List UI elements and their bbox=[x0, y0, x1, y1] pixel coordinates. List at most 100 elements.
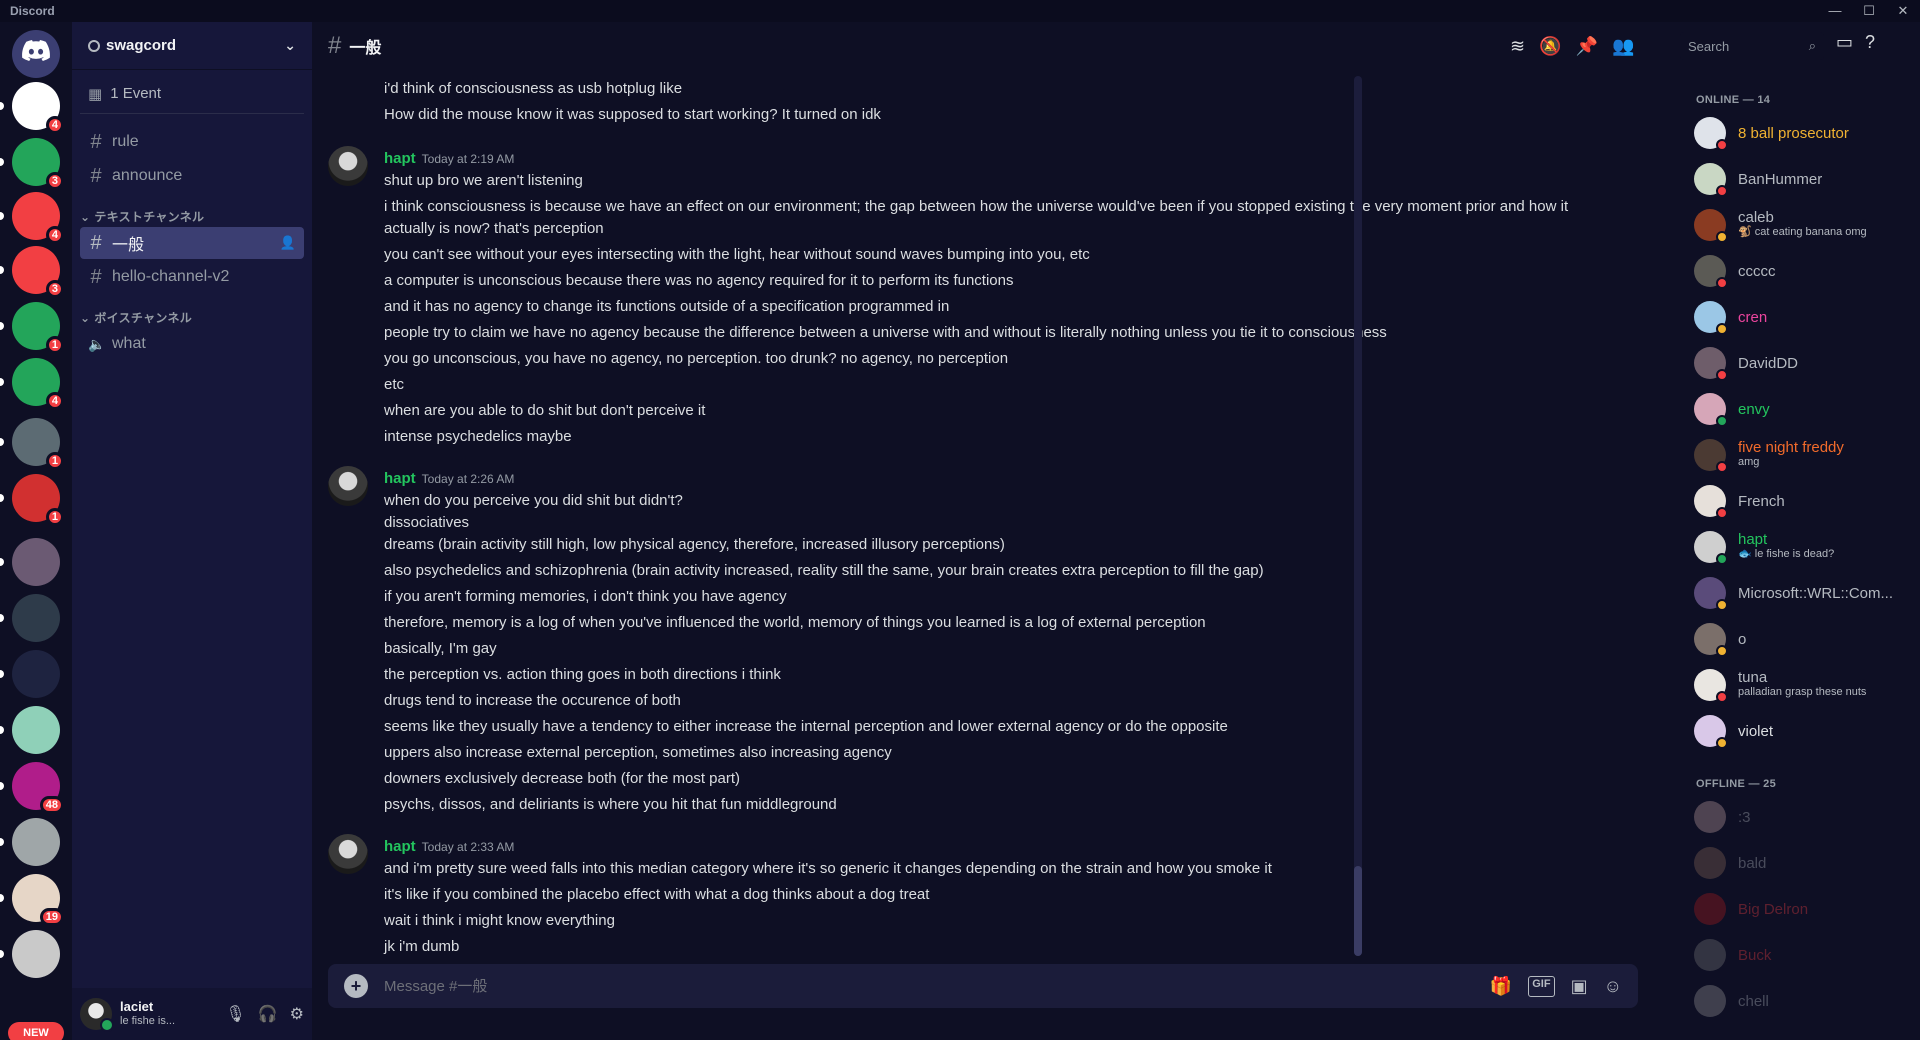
chevron-down-icon: ⌄ bbox=[284, 37, 296, 53]
discord-logo-icon bbox=[22, 40, 50, 68]
avatar bbox=[1694, 893, 1726, 925]
server-icon[interactable] bbox=[0, 930, 60, 978]
member-name: Big Delron bbox=[1738, 900, 1809, 918]
gear-icon[interactable]: ⚙ bbox=[290, 1004, 304, 1024]
members-icon[interactable]: 👥 bbox=[1612, 36, 1634, 57]
server-icon[interactable]: 3 bbox=[0, 138, 64, 190]
message-header: hapt Today at 2:26 AM bbox=[384, 470, 514, 487]
avatar[interactable] bbox=[328, 834, 368, 874]
inbox-icon[interactable]: ▭ bbox=[1836, 32, 1853, 53]
category-text-channels[interactable]: ⌄ テキストチャンネル bbox=[80, 208, 304, 225]
minimize-button[interactable]: — bbox=[1818, 0, 1852, 22]
server-icon[interactable]: 48 bbox=[0, 762, 64, 814]
member-item[interactable]: caleb 🐒 cat eating banana omg bbox=[1672, 202, 1920, 248]
presence-dot bbox=[1716, 645, 1728, 657]
help-icon[interactable]: ? bbox=[1865, 32, 1875, 53]
avatar[interactable] bbox=[80, 998, 114, 1032]
server-icon[interactable] bbox=[0, 650, 60, 698]
server-icon[interactable]: 3 bbox=[0, 246, 64, 298]
member-item[interactable]: bald bbox=[1672, 840, 1920, 886]
invite-member-icon[interactable]: 👤 bbox=[280, 235, 296, 251]
server-icon[interactable]: 4 bbox=[0, 192, 64, 244]
guild-header[interactable]: swagcord ⌄ bbox=[72, 22, 312, 70]
category-voice-channels[interactable]: ⌄ ボイスチャンネル bbox=[80, 309, 304, 326]
category-label: ボイスチャンネル bbox=[94, 311, 193, 325]
server-icon[interactable]: 1 bbox=[0, 302, 64, 354]
close-button[interactable]: ✕ bbox=[1886, 0, 1920, 22]
server-icon[interactable] bbox=[0, 538, 60, 586]
gift-icon[interactable]: 🎁 bbox=[1490, 976, 1512, 997]
member-item[interactable]: chell bbox=[1672, 978, 1920, 1024]
message-text: when are you able to do shit but don't p… bbox=[384, 402, 706, 419]
member-item[interactable]: Microsoft::WRL::Com... bbox=[1672, 570, 1920, 616]
maximize-button[interactable]: ☐ bbox=[1852, 0, 1886, 22]
server-icon[interactable] bbox=[0, 818, 60, 866]
headphones-icon[interactable]: 🎧 bbox=[258, 1004, 278, 1024]
message-text: the perception vs. action thing goes in … bbox=[384, 666, 781, 683]
mention-badge: 48 bbox=[39, 796, 64, 814]
search-box[interactable]: Search ⌕ bbox=[1680, 32, 1824, 60]
member-item[interactable]: ccccc bbox=[1672, 248, 1920, 294]
avatar bbox=[1694, 531, 1728, 565]
message-list[interactable]: i'd think of consciousness as usb hotplu… bbox=[312, 70, 1654, 970]
avatar bbox=[1694, 801, 1726, 833]
message-text: wait i think i might know everything bbox=[384, 912, 615, 929]
member-item[interactable]: Buck bbox=[1672, 932, 1920, 978]
scrollbar-thumb[interactable] bbox=[1354, 866, 1362, 956]
channel-rule[interactable]: # rule bbox=[80, 126, 304, 158]
member-name: violet bbox=[1738, 722, 1774, 740]
mute-bell-icon[interactable]: 🔕 bbox=[1539, 36, 1561, 57]
username: laciet bbox=[120, 999, 154, 1014]
pin-icon[interactable]: 📌 bbox=[1576, 36, 1598, 57]
channel-general[interactable]: # 一般 👤 bbox=[80, 227, 304, 259]
attach-plus-button[interactable]: + bbox=[344, 974, 368, 998]
member-item[interactable]: tuna palladian grasp these nuts bbox=[1672, 662, 1920, 708]
events-label: 1 Event bbox=[110, 85, 162, 102]
microphone-icon[interactable]: 🎙 bbox=[225, 1004, 245, 1024]
avatar[interactable] bbox=[328, 466, 368, 506]
threads-icon[interactable]: ≋ bbox=[1510, 36, 1525, 57]
message-scrollbar[interactable] bbox=[1354, 76, 1362, 956]
member-item[interactable]: Big Delron bbox=[1672, 886, 1920, 932]
voice-channel-what[interactable]: 🔈 what bbox=[80, 328, 304, 360]
server-icon[interactable]: 1 bbox=[0, 418, 64, 470]
member-item[interactable]: five night freddy amg bbox=[1672, 432, 1920, 478]
unread-indicator bbox=[0, 950, 4, 958]
presence-dot bbox=[1716, 415, 1728, 427]
message-author[interactable]: hapt bbox=[384, 470, 416, 487]
server-icon[interactable] bbox=[0, 594, 60, 642]
member-item[interactable]: 8 ball prosecutor bbox=[1672, 110, 1920, 156]
server-icon[interactable]: 19 bbox=[0, 874, 64, 926]
member-item[interactable]: cren bbox=[1672, 294, 1920, 340]
speaker-icon: 🔈 bbox=[88, 335, 106, 352]
member-item[interactable]: BanHummer bbox=[1672, 156, 1920, 202]
message-author[interactable]: hapt bbox=[384, 150, 416, 167]
message-input[interactable] bbox=[384, 977, 1490, 995]
member-item[interactable]: envy bbox=[1672, 386, 1920, 432]
server-icon[interactable]: 1 bbox=[0, 474, 64, 526]
member-item[interactable]: o bbox=[1672, 616, 1920, 662]
member-name: chell bbox=[1738, 992, 1769, 1010]
member-item[interactable]: :3 bbox=[1672, 794, 1920, 840]
server-icon[interactable]: 4 bbox=[0, 82, 64, 134]
channel-announce[interactable]: # announce bbox=[80, 160, 304, 192]
unread-indicator bbox=[0, 782, 4, 790]
server-icon[interactable]: 4 bbox=[0, 358, 64, 410]
channel-hello-channel-v2[interactable]: # hello-channel-v2 bbox=[80, 261, 304, 293]
gif-icon[interactable]: GIF bbox=[1528, 975, 1555, 997]
message-author[interactable]: hapt bbox=[384, 838, 416, 855]
member-item[interactable]: hapt 🐟 le fishe is dead? bbox=[1672, 524, 1920, 570]
sticker-icon[interactable]: ▣ bbox=[1571, 976, 1588, 997]
message-text: also psychedelics and schizophrenia (bra… bbox=[384, 562, 1264, 579]
member-item[interactable]: DavidDD bbox=[1672, 340, 1920, 386]
avatar[interactable] bbox=[328, 146, 368, 186]
home-button[interactable] bbox=[12, 30, 60, 78]
server-icon[interactable] bbox=[0, 706, 60, 754]
events-button[interactable]: ▦ 1 Event bbox=[80, 78, 304, 114]
new-badge-button[interactable]: NEW bbox=[8, 1022, 64, 1040]
member-name: tuna bbox=[1738, 669, 1768, 686]
server-rail: 4 3 4 3 1 4 1 1 48 19 NEW bbox=[0, 22, 72, 1040]
emoji-icon[interactable]: ☺ bbox=[1604, 976, 1622, 997]
member-item[interactable]: French bbox=[1672, 478, 1920, 524]
member-item[interactable]: violet bbox=[1672, 708, 1920, 754]
